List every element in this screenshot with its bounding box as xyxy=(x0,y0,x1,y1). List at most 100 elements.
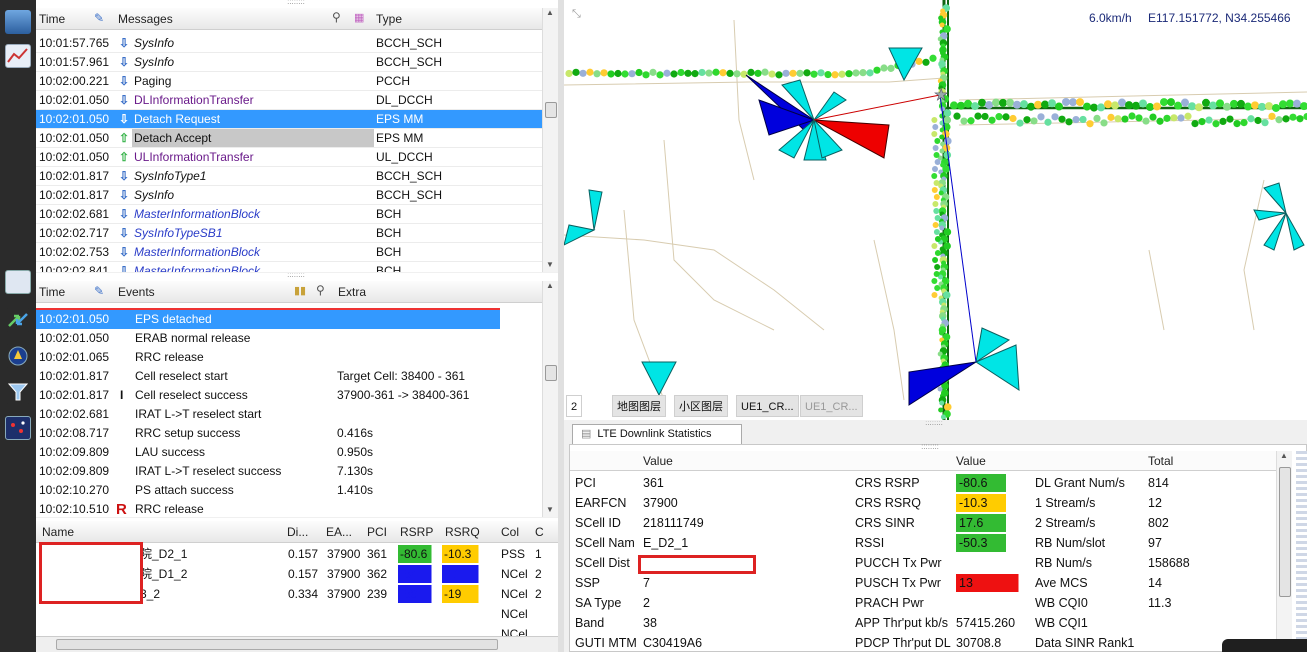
message-row[interactable]: 10:01:57.961 ⇩ SysInfo BCCH_SCH xyxy=(36,53,542,72)
col-name[interactable]: Name xyxy=(42,525,74,539)
map-tab-map-layer[interactable]: 地图图层 xyxy=(612,395,666,417)
event-row[interactable]: 10:02:09.809 IRAT L->T reselect success 7.… xyxy=(36,462,542,481)
report-document-icon[interactable] xyxy=(5,270,31,294)
col-total[interactable]: Total xyxy=(1148,454,1173,468)
messages-scrollbar[interactable]: ▲ ▼ xyxy=(542,8,558,272)
stats-scrollbar[interactable]: ▲ xyxy=(1276,451,1292,652)
alarm-icon[interactable] xyxy=(5,344,31,368)
downlink-arrow-icon: ⇩ xyxy=(119,55,130,69)
col-type[interactable]: Type xyxy=(376,12,402,26)
open-logfile-icon[interactable] xyxy=(5,10,31,34)
map-canvas[interactable]: ★ xyxy=(564,0,1307,420)
message-row[interactable]: 10:02:01.050 ⇧ ULInformationTransfer UL_DCC… xyxy=(36,148,542,167)
event-extra: Target Cell: 38400 - 361 xyxy=(337,369,466,383)
event-row[interactable]: 10:02:01.065 RRC release xyxy=(36,348,542,367)
col-col[interactable]: Col xyxy=(501,525,519,539)
col-value[interactable]: Value xyxy=(643,454,673,468)
map-tab-ue1-b[interactable]: UE1_CR... xyxy=(800,395,863,417)
grid-filter-icon[interactable]: ▦ xyxy=(354,11,364,24)
map-tab-cell-layer[interactable]: 小区图层 xyxy=(674,395,728,417)
col-time[interactable]: Time xyxy=(39,12,65,26)
col-pci[interactable]: PCI xyxy=(367,525,387,539)
col-messages[interactable]: Messages xyxy=(118,12,173,26)
event-name: IRAT L->T reselect start xyxy=(135,407,262,421)
events-scrollbar[interactable]: ▲ ▼ xyxy=(542,281,558,517)
cell-row[interactable]: NCel xyxy=(36,604,558,624)
message-row[interactable]: 10:02:01.050 ⇩ DLInformationTransfer DL_DCC… xyxy=(36,91,542,110)
stat-name-3: RB Num/slot xyxy=(1035,536,1106,550)
pin-icon[interactable]: ✎ xyxy=(94,11,104,25)
downlink-arrow-icon: ⇩ xyxy=(119,188,130,202)
splitter-grip[interactable]: :::::::: xyxy=(276,273,316,279)
cell-distance: 0.157 xyxy=(288,547,319,561)
event-row[interactable]: 10:02:01.050 ERAB normal release xyxy=(36,329,542,348)
col-time[interactable]: Time xyxy=(39,285,65,299)
bar-chart-icon[interactable]: ▮▮ xyxy=(294,284,306,297)
filter-icon[interactable] xyxy=(5,380,31,404)
cell-pci: 239 xyxy=(367,587,388,601)
events-scroll-thumb[interactable] xyxy=(545,365,557,381)
messages-scroll-thumb[interactable] xyxy=(545,102,557,118)
cell-site-center[interactable] xyxy=(745,74,890,161)
tab-lte-downlink-statistics[interactable]: ▤ LTE Downlink Statistics xyxy=(572,424,742,444)
map-tab-number[interactable]: 2 xyxy=(566,395,583,417)
event-time: 10:02:01.050 xyxy=(39,312,110,326)
splitter-grip[interactable]: :::::::: xyxy=(276,0,316,6)
map-pane[interactable]: ★ ⤡ 6.0km/h E117.151772, N34.255466 2 地图… xyxy=(564,0,1307,420)
event-row[interactable]: 10:02:08.717 RRC setup success 0.416s xyxy=(36,424,542,443)
cell-site-bottom[interactable] xyxy=(641,361,677,397)
message-row[interactable]: 10:02:01.050 ⇧ Detach Accept EPS MM xyxy=(36,129,542,148)
map-tool-icon[interactable]: ⤡ xyxy=(572,8,581,21)
col-events[interactable]: Events xyxy=(118,285,155,299)
ue-position-icon: ★ xyxy=(934,87,948,104)
cell-site-south[interactable] xyxy=(908,327,1020,406)
stats-scroll-thumb[interactable] xyxy=(1279,467,1291,597)
message-row[interactable]: 10:02:02.753 ⇩ MasterInformationBlock BCH xyxy=(36,243,542,262)
cells-hscroll-thumb[interactable] xyxy=(56,639,498,650)
event-row[interactable]: 10:02:10.510 R RRC release xyxy=(36,500,542,517)
message-row[interactable]: 10:02:00.221 ⇩ Paging PCCH xyxy=(36,72,542,91)
message-row[interactable]: 10:02:02.841 ⇩ MasterInformationBlock BCH xyxy=(36,262,542,272)
cells-hscrollbar[interactable] xyxy=(36,636,558,652)
splitter-grip[interactable]: :::::::: xyxy=(914,421,954,427)
pin-icon[interactable]: ✎ xyxy=(94,284,104,298)
col-c[interactable]: C xyxy=(535,525,544,539)
message-row[interactable]: 10:02:01.817 ⇩ SysInfoType1 BCCH_SCH xyxy=(36,167,542,186)
col-value2[interactable]: Value xyxy=(956,454,986,468)
event-name: PS attach success xyxy=(135,483,234,497)
line-chart-icon[interactable] xyxy=(5,44,31,68)
messages-list: 10:01:57.765 ⇩ SysInfo BCCH_SCH 10:01:57.961… xyxy=(36,34,542,272)
scatter-plot-icon[interactable] xyxy=(5,416,31,440)
search-icon[interactable]: ⚲ xyxy=(316,283,325,297)
message-name: DLInformationTransfer xyxy=(134,93,254,107)
stat-value-2 xyxy=(956,553,1034,573)
message-row[interactable]: 10:01:57.765 ⇩ SysInfo BCCH_SCH xyxy=(36,34,542,53)
stat-name-2: PDCP Thr'put DL xyxy=(855,636,951,650)
event-name: EPS detached xyxy=(135,312,212,326)
cell-distance: 0.334 xyxy=(288,587,319,601)
stats-row: SCell ID 218111749 CRS SINR 17.6 2 Stream/s 8… xyxy=(570,513,1278,533)
message-row[interactable]: 10:02:01.050 ⇩ Detach Request EPS MM xyxy=(36,110,542,129)
event-time: 10:02:02.681 xyxy=(39,407,110,421)
event-row[interactable]: 10:02:02.681 IRAT L->T reselect start xyxy=(36,405,542,424)
map-tab-ue1-a[interactable]: UE1_CR... xyxy=(736,395,799,417)
event-row[interactable]: 10:02:01.817 I Cell reselect success 37900-… xyxy=(36,386,542,405)
col-rsrq[interactable]: RSRQ xyxy=(445,525,480,539)
event-row[interactable]: 10:02:01.817 Cell reselect start Target Ce… xyxy=(36,367,542,386)
col-rsrp[interactable]: RSRP xyxy=(400,525,433,539)
import-export-icon[interactable] xyxy=(5,308,31,332)
event-name: ERAB normal release xyxy=(135,331,251,345)
message-row[interactable]: 10:02:02.681 ⇩ MasterInformationBlock BCH xyxy=(36,205,542,224)
event-row[interactable]: 10:02:09.809 LAU success 0.950s xyxy=(36,443,542,462)
event-row[interactable]: 10:02:10.270 PS attach success 1.410s xyxy=(36,481,542,500)
event-time: 10:02:10.510 xyxy=(39,502,110,516)
event-row[interactable]: 10:02:01.050 EPS detached xyxy=(36,310,500,329)
col-earfcn[interactable]: EA... xyxy=(326,525,352,539)
stat-name: Band xyxy=(575,616,605,630)
message-name: SysInfoTypeSB1 xyxy=(134,226,223,240)
col-distance[interactable]: Di... xyxy=(287,525,308,539)
col-extra[interactable]: Extra xyxy=(338,285,366,299)
search-icon[interactable]: ⚲ xyxy=(332,10,341,24)
message-row[interactable]: 10:02:01.817 ⇩ SysInfo BCCH_SCH xyxy=(36,186,542,205)
message-row[interactable]: 10:02:02.717 ⇩ SysInfoTypeSB1 BCH xyxy=(36,224,542,243)
